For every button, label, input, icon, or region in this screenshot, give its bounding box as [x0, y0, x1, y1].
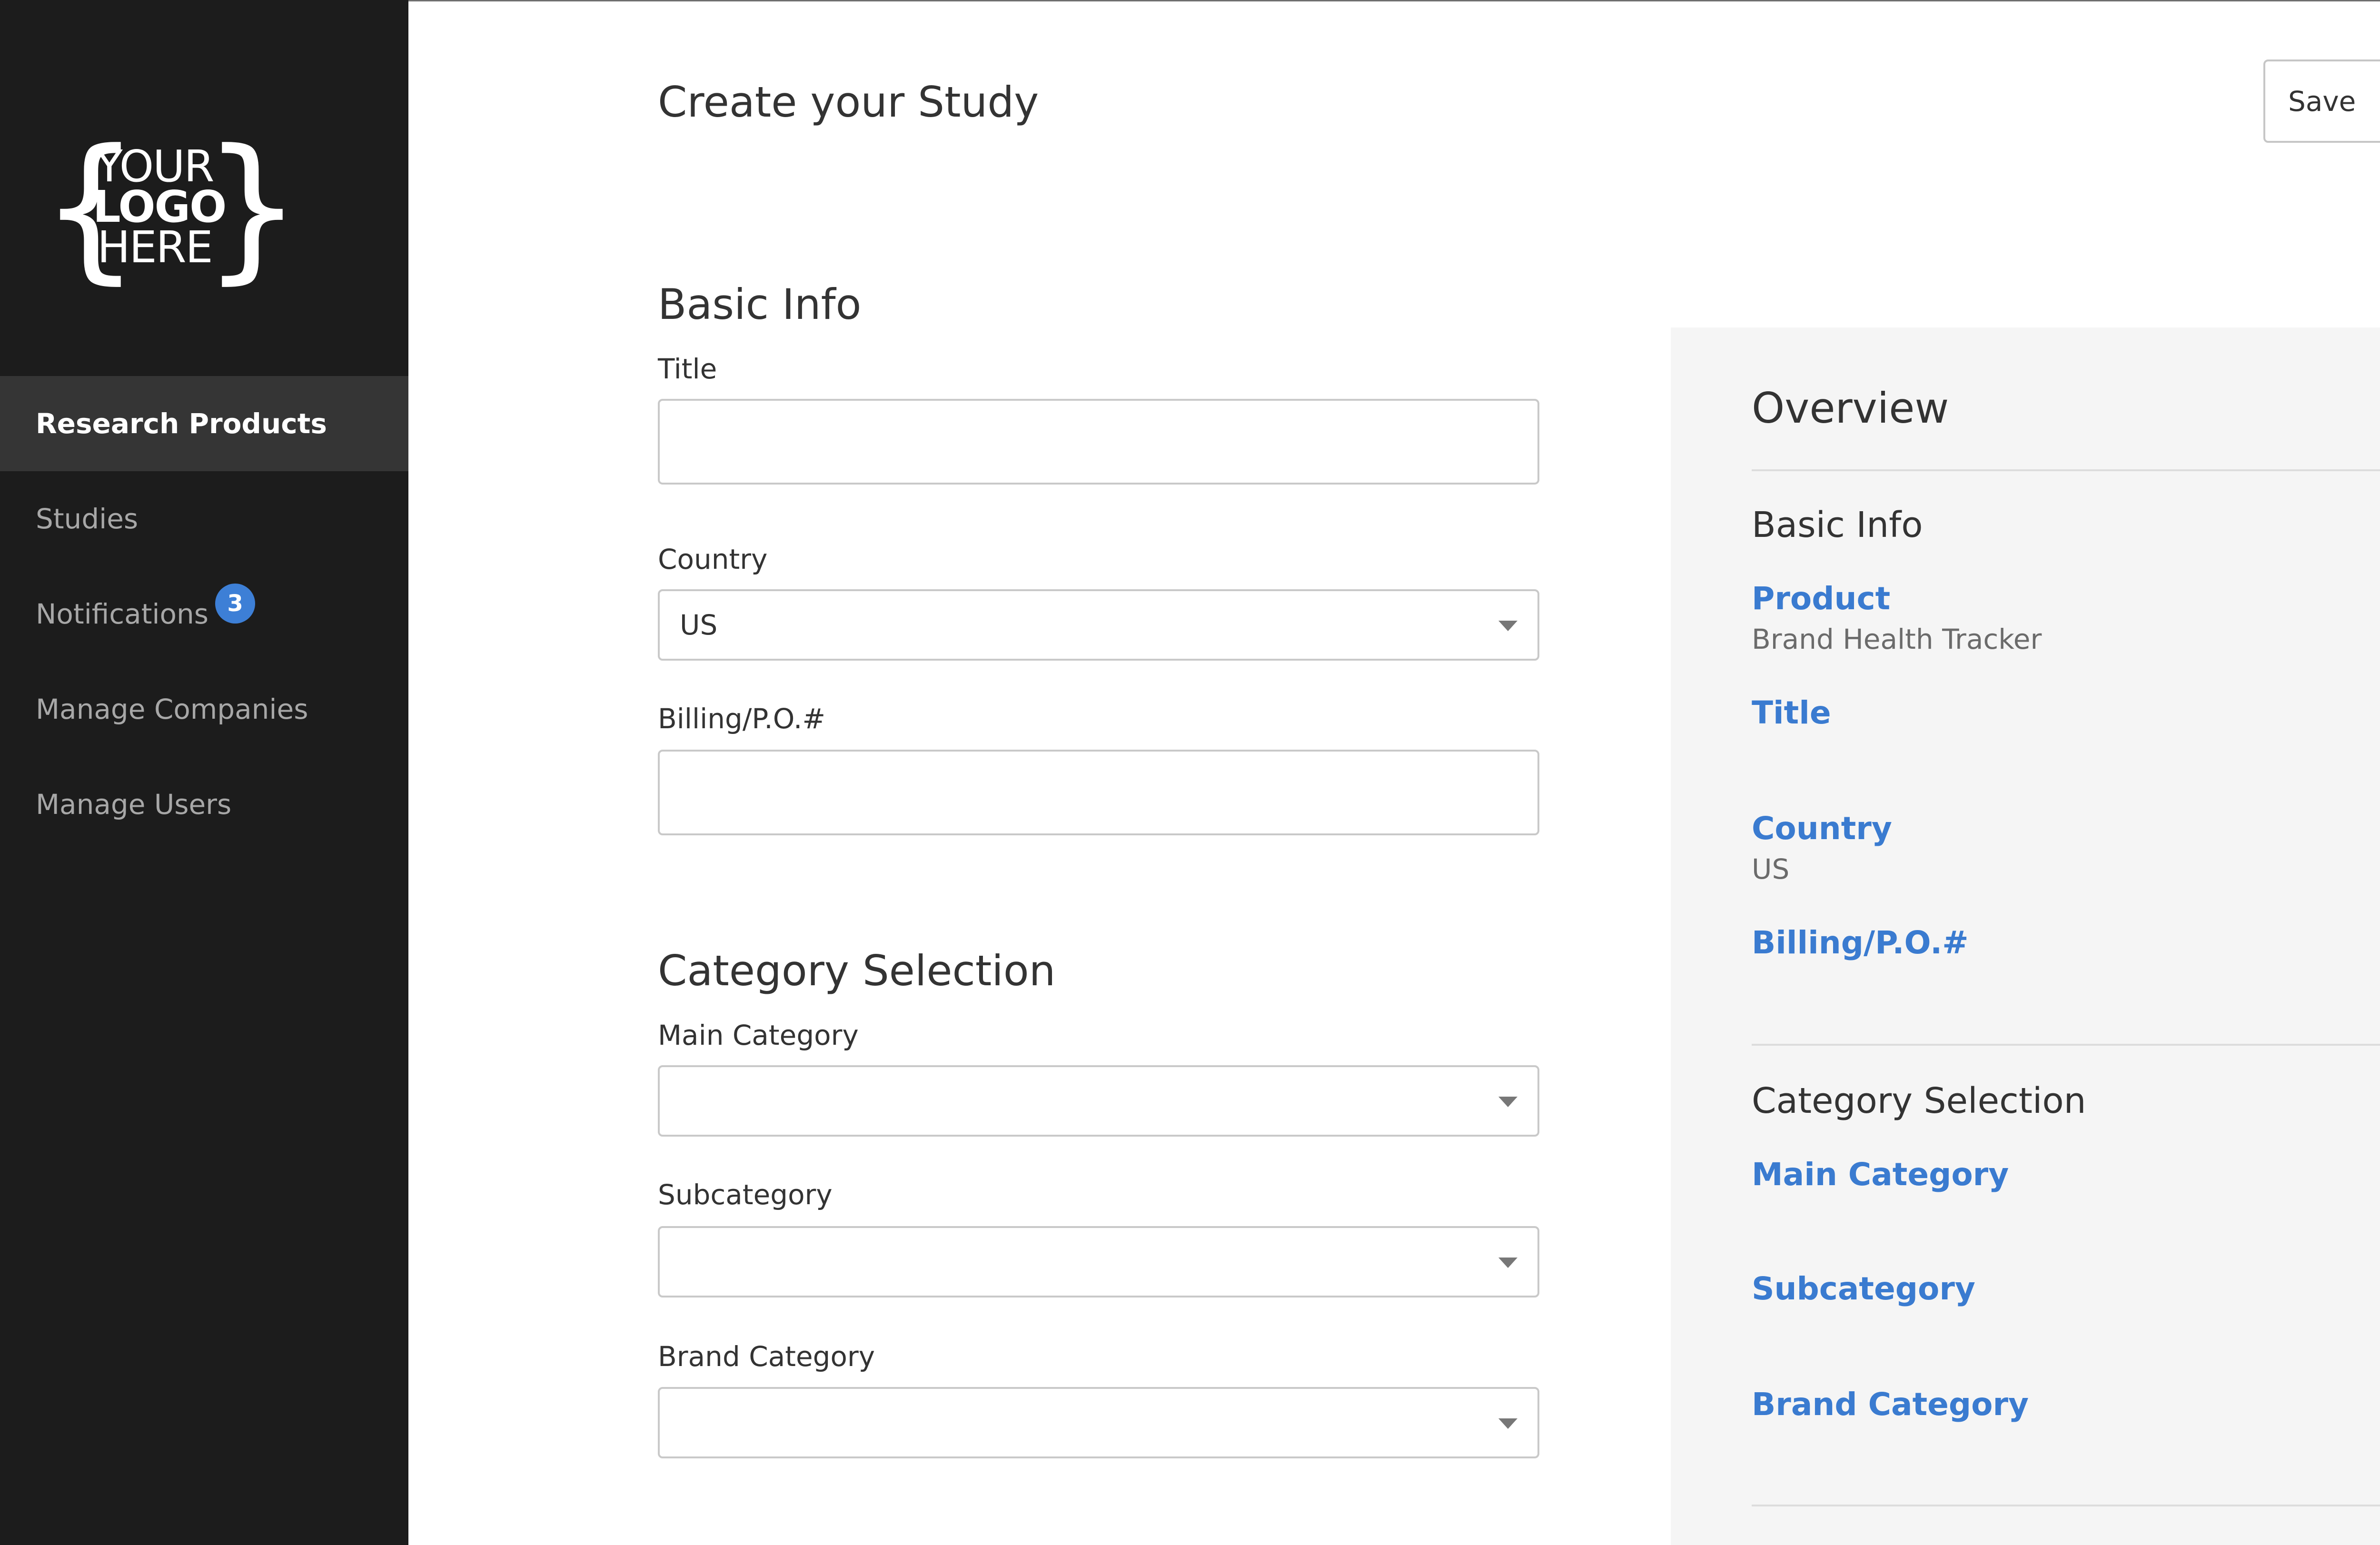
billing-label: Billing/P.O.#: [658, 703, 826, 735]
overview-divider: [1752, 1505, 2380, 1506]
overview-main-category-label: Main Category: [1752, 1156, 2009, 1193]
logo-brace-right: }: [202, 116, 302, 298]
sidebar-item-research-products[interactable]: Research Products: [0, 376, 408, 471]
sidebar-item-label: Notifications: [36, 598, 209, 630]
overview-divider: [1752, 469, 2380, 471]
overview-product-label: Product: [1752, 580, 1891, 617]
main-category-label: Main Category: [658, 1019, 859, 1051]
brand-category-label: Brand Category: [658, 1340, 875, 1373]
chevron-down-icon: [1498, 1418, 1517, 1429]
brand-category-select[interactable]: [658, 1387, 1539, 1458]
billing-input[interactable]: [658, 750, 1539, 835]
country-select[interactable]: US: [658, 589, 1539, 661]
overview-category-selection-heading: Category Selection: [1752, 1080, 2086, 1121]
sidebar-item-manage-companies[interactable]: Manage Companies: [0, 662, 408, 757]
overview-panel: Overview Basic Info Product Brand Health…: [1671, 327, 2380, 1545]
overview-country-label: Country: [1752, 810, 1892, 847]
overview-billing-label: Billing/P.O.#: [1752, 924, 1969, 961]
company-logo: { YOUR LOGO HERE }: [40, 129, 302, 290]
overview-title-label: Title: [1752, 694, 1831, 731]
page-title: Create your Study: [658, 78, 1039, 127]
sidebar-item-manage-users[interactable]: Manage Users: [0, 757, 408, 852]
overview-product-value: Brand Health Tracker: [1752, 623, 2042, 655]
overview-divider: [1752, 1044, 2380, 1046]
sidebar-item-label: Research Products: [36, 407, 327, 440]
title-label: Title: [658, 353, 717, 385]
notification-count-badge: 3: [215, 584, 256, 624]
app-window: { YOUR LOGO HERE } Research Products Stu…: [0, 0, 2380, 1545]
overview-title: Overview: [1752, 384, 1949, 433]
save-button[interactable]: Save: [2263, 59, 2380, 143]
title-input[interactable]: [658, 399, 1539, 485]
chevron-down-icon: [1498, 1258, 1517, 1268]
basic-info-heading: Basic Info: [658, 280, 862, 329]
sidebar-item-notifications[interactable]: Notifications 3: [0, 566, 408, 662]
chevron-down-icon: [1498, 621, 1517, 631]
overview-country-value: US: [1752, 853, 1790, 885]
country-label: Country: [658, 543, 768, 575]
sidebar-item-label: Manage Companies: [36, 693, 308, 725]
overview-basic-info-heading: Basic Info: [1752, 505, 1923, 545]
main-category-select[interactable]: [658, 1065, 1539, 1137]
sidebar: { YOUR LOGO HERE } Research Products Stu…: [0, 0, 408, 1545]
chevron-down-icon: [1498, 1097, 1517, 1107]
country-select-value: US: [680, 609, 718, 641]
overview-brand-category-label: Brand Category: [1752, 1386, 2029, 1423]
subcategory-select[interactable]: [658, 1226, 1539, 1297]
category-selection-heading: Category Selection: [658, 946, 1056, 995]
sidebar-item-label: Studies: [36, 503, 139, 535]
overview-subcategory-label: Subcategory: [1752, 1270, 1975, 1307]
logo-line-3: HERE: [97, 222, 213, 273]
subcategory-label: Subcategory: [658, 1179, 833, 1211]
sidebar-item-studies[interactable]: Studies: [0, 471, 408, 566]
sidebar-item-label: Manage Users: [36, 788, 232, 821]
